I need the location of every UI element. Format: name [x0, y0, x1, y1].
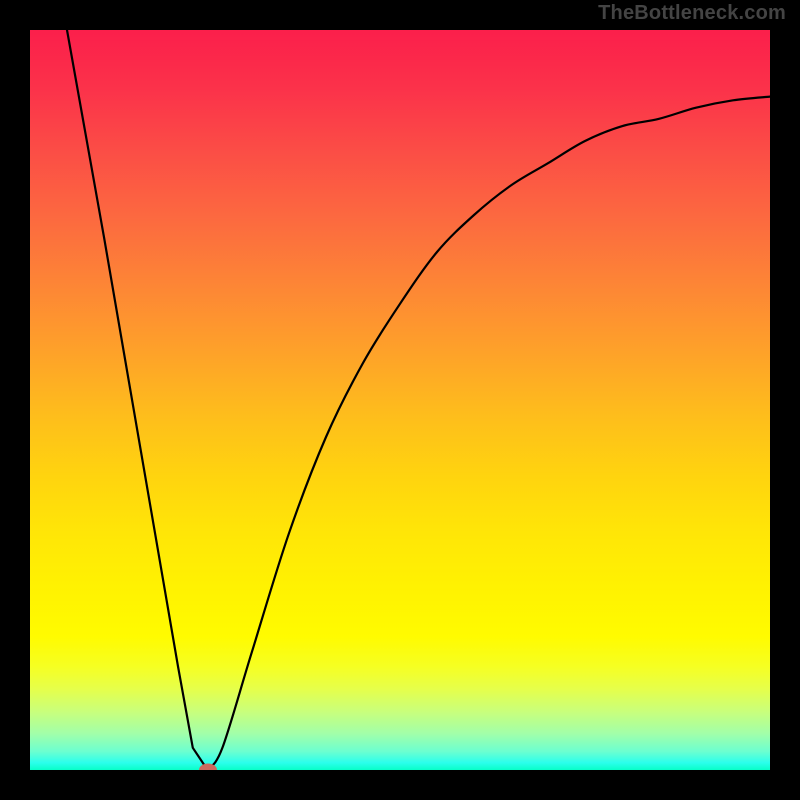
chart-frame: TheBottleneck.com	[0, 0, 800, 800]
bottleneck-curve	[30, 30, 770, 770]
plot-area	[30, 30, 770, 770]
watermark-text: TheBottleneck.com	[598, 2, 786, 25]
optimum-marker	[199, 764, 217, 771]
